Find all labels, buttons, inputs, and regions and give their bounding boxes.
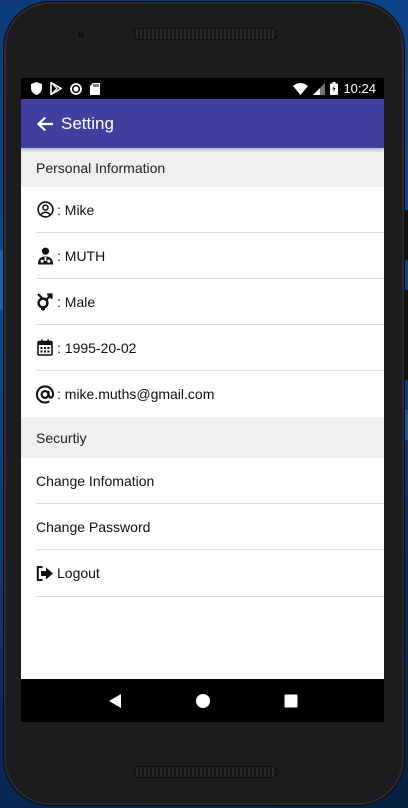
circle-record-icon bbox=[70, 82, 82, 95]
logout-button[interactable]: Logout bbox=[36, 550, 384, 597]
change-password-button[interactable]: Change Password bbox=[36, 504, 384, 550]
username-row: : MUTH bbox=[36, 233, 384, 279]
username-value: : MUTH bbox=[57, 247, 106, 264]
device-screen: 10:24 Setting Personal Information : Mik… bbox=[21, 78, 384, 722]
change-info-button[interactable]: Change Infomation bbox=[36, 458, 384, 504]
top-speaker bbox=[132, 28, 278, 40]
page-title: Setting bbox=[61, 113, 114, 133]
calendar-icon bbox=[36, 339, 54, 357]
logout-icon bbox=[36, 564, 54, 582]
status-time: 10:24 bbox=[343, 81, 376, 96]
section-header-personal: Personal Information bbox=[21, 148, 384, 187]
system-nav-bar bbox=[21, 679, 384, 722]
arrow-left-icon bbox=[37, 116, 53, 131]
account-circle-icon bbox=[36, 201, 54, 219]
wifi-icon bbox=[293, 82, 309, 95]
gender-icon bbox=[36, 292, 54, 311]
logout-label: Logout bbox=[57, 565, 100, 581]
gender-value: : Male bbox=[57, 293, 96, 310]
status-bar: 10:24 bbox=[21, 78, 384, 99]
change-password-label: Change Password bbox=[36, 518, 151, 535]
play-store-icon bbox=[50, 82, 62, 95]
cell-signal-icon bbox=[313, 82, 326, 95]
bottom-speaker bbox=[132, 766, 278, 778]
section-header-security: Securtiy bbox=[21, 417, 384, 458]
gender-row: : Male bbox=[36, 279, 384, 325]
battery-icon bbox=[330, 82, 339, 95]
email-row: : mike.muths@gmail.com bbox=[36, 371, 384, 417]
recents-square-icon[interactable] bbox=[284, 694, 298, 708]
front-camera bbox=[76, 30, 86, 40]
shield-icon bbox=[31, 82, 42, 95]
change-info-label: Change Infomation bbox=[36, 472, 155, 489]
account-tie-icon bbox=[36, 247, 54, 265]
at-icon bbox=[36, 384, 54, 404]
email-value: : mike.muths@gmail.com bbox=[57, 386, 215, 402]
name-row: : Mike bbox=[36, 187, 384, 233]
app-bar: Setting bbox=[21, 99, 384, 148]
name-value: : Mike bbox=[57, 201, 95, 218]
status-right-icons: 10:24 bbox=[293, 81, 376, 96]
volume-button bbox=[404, 290, 408, 380]
birthday-row: : 1995-20-02 bbox=[36, 325, 384, 371]
home-circle-icon[interactable] bbox=[195, 693, 211, 709]
power-button bbox=[404, 210, 408, 260]
back-triangle-icon[interactable] bbox=[108, 693, 122, 709]
sd-card-icon bbox=[90, 82, 100, 95]
birthday-value: : 1995-20-02 bbox=[57, 339, 137, 356]
status-left-icons bbox=[31, 82, 100, 95]
